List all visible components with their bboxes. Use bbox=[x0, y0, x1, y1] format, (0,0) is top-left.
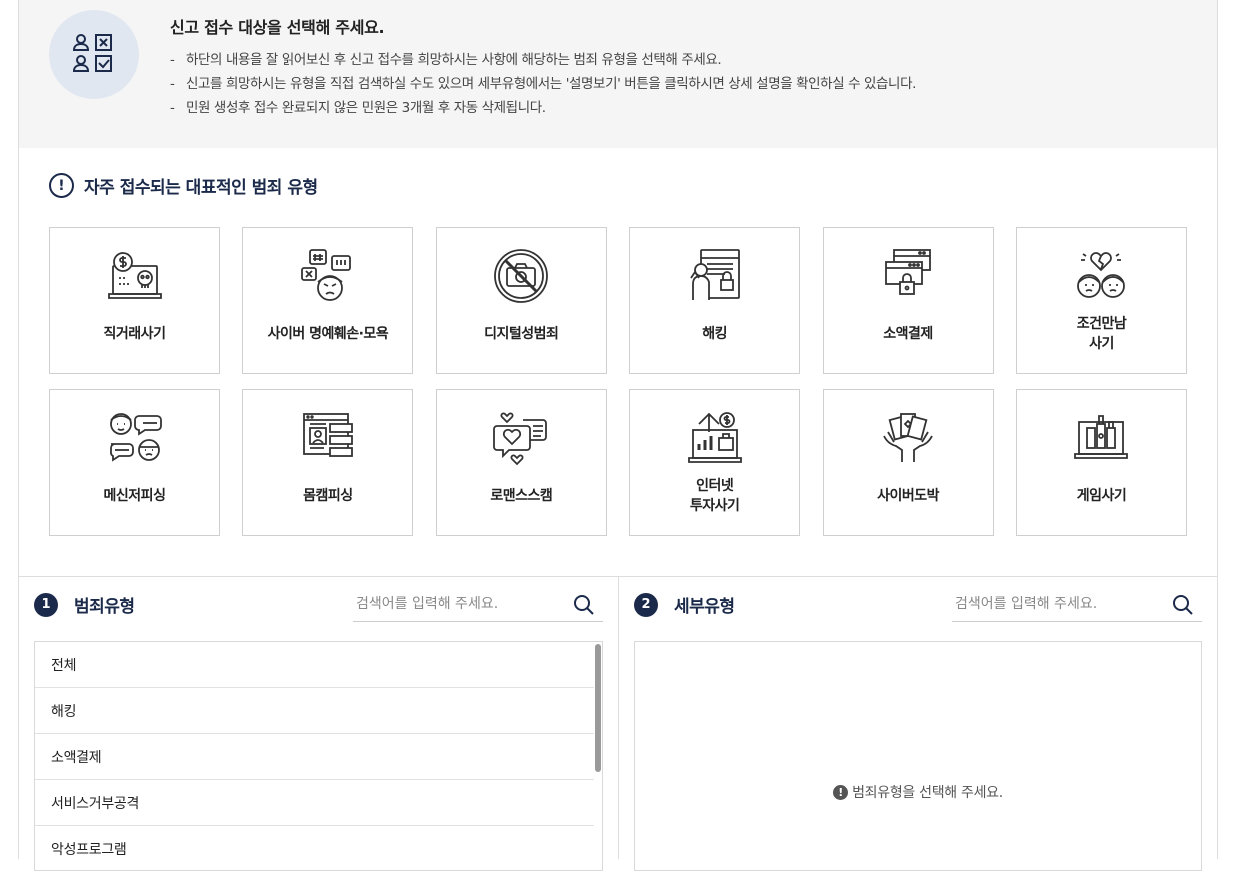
sub-type-search bbox=[952, 588, 1202, 622]
list-scrollbar[interactable] bbox=[595, 644, 601, 772]
crime-card-label: 사이버도박 bbox=[877, 488, 940, 504]
crime-card-label: 직거래사기 bbox=[103, 326, 166, 342]
crime-card-bodycam-phishing[interactable]: 몸캠피싱 bbox=[242, 389, 414, 536]
crime-card-messenger-phishing[interactable]: 메신저피싱 bbox=[49, 389, 220, 536]
list-item[interactable]: 전체 bbox=[35, 642, 594, 688]
crime-card-game-fraud[interactable]: 게임사기 bbox=[1015, 389, 1187, 536]
laptop-dollar-skull-icon bbox=[107, 252, 162, 299]
search-icon[interactable] bbox=[1172, 594, 1194, 616]
search-icon[interactable] bbox=[573, 594, 595, 616]
empty-state-text: 범죄유형을 선택해 주세요. bbox=[852, 785, 1003, 801]
crime-type-title: 범죄유형 bbox=[74, 597, 135, 617]
guide-title: 신고 접수 대상을 선택해 주세요. bbox=[170, 18, 385, 37]
speech-bubbles-angry-face-icon bbox=[300, 249, 351, 301]
cards-hands-icon bbox=[883, 413, 933, 462]
investment-chart-icon bbox=[687, 412, 742, 463]
no-camera-icon bbox=[494, 249, 549, 303]
crime-card-label: 인터넷 투자사기 bbox=[689, 478, 740, 514]
crime-type-search bbox=[353, 588, 603, 622]
frequent-section-title: 자주 접수되는 대표적인 범죄 유형 bbox=[84, 178, 318, 198]
crime-card-direct-trade-fraud[interactable]: 직거래사기 bbox=[49, 227, 220, 374]
crime-card-hacking[interactable]: 해킹 bbox=[629, 227, 801, 374]
crime-card-digital-sex-crime[interactable]: 디지털성범죄 bbox=[435, 227, 607, 374]
frequent-crime-grid: 직거래사기 사이버 명예훼손·모욕 디지털성범죄 해킹 소액결제 조건만남 사기… bbox=[49, 227, 1187, 536]
crime-card-cyber-gambling[interactable]: 사이버도박 bbox=[822, 389, 994, 536]
sub-type-list: ! 범죄유형을 선택해 주세요. bbox=[634, 641, 1202, 871]
guide-line: 신고를 희망하시는 유형을 직접 검색하실 수도 있으며 세부유형에서는 '설명… bbox=[170, 72, 916, 96]
report-type-panel: 신고 접수 대상을 선택해 주세요. 하단의 내용을 잘 읽어보신 후 신고 접… bbox=[18, 0, 1218, 871]
panel-divider bbox=[618, 576, 619, 859]
crime-card-label: 조건만남 사기 bbox=[1076, 316, 1127, 352]
step-badge: 2 bbox=[634, 592, 658, 617]
alert-icon: ! bbox=[49, 173, 74, 198]
laptop-game-icon bbox=[1074, 415, 1129, 459]
crime-card-meeting-fraud[interactable]: 조건만남 사기 bbox=[1015, 227, 1187, 374]
broken-heart-couple-icon bbox=[1077, 252, 1126, 298]
sub-type-search-input[interactable] bbox=[952, 588, 1162, 620]
crime-card-label: 게임사기 bbox=[1076, 488, 1127, 504]
checklist-icon bbox=[49, 10, 139, 99]
crime-card-romance-scam[interactable]: 로맨스스캠 bbox=[435, 389, 607, 536]
sub-type-title: 세부유형 bbox=[674, 597, 735, 617]
crime-card-cyber-defamation[interactable]: 사이버 명예훼손·모욕 bbox=[242, 227, 414, 374]
crime-card-label: 소액결제 bbox=[883, 326, 933, 342]
crime-card-label: 디지털성범죄 bbox=[484, 326, 559, 342]
list-item[interactable]: 서비스거부공격 bbox=[35, 780, 594, 826]
crime-card-label: 해킹 bbox=[702, 326, 728, 342]
crime-card-label: 사이버 명예훼손·모욕 bbox=[267, 326, 389, 342]
empty-state: ! 범죄유형을 선택해 주세요. bbox=[635, 782, 1201, 802]
crime-type-search-input[interactable] bbox=[353, 588, 563, 620]
crime-card-micropayment[interactable]: 소액결제 bbox=[822, 227, 994, 374]
info-icon: ! bbox=[833, 784, 849, 800]
step-badge: 1 bbox=[34, 592, 58, 617]
crime-card-investment-fraud[interactable]: 인터넷 투자사기 bbox=[629, 389, 801, 536]
list-item[interactable]: 해킹 bbox=[35, 688, 594, 734]
browser-lock-icon bbox=[885, 249, 931, 295]
crime-card-label: 로맨스스캠 bbox=[490, 488, 553, 504]
crime-type-list: 전체 해킹 소액결제 서비스거부공격 악성프로그램 bbox=[34, 641, 603, 871]
guide-line: 민원 생성후 접수 완료되지 않은 민원은 3개월 후 자동 삭제됩니다. bbox=[170, 96, 916, 120]
crime-card-label: 메신저피싱 bbox=[103, 488, 166, 504]
sub-type-header: 2 세부유형 bbox=[634, 592, 735, 617]
messenger-people-icon bbox=[109, 413, 162, 462]
list-item[interactable]: 악성프로그램 bbox=[35, 826, 594, 870]
heart-chat-icon bbox=[493, 412, 548, 466]
crime-card-label: 몸캠피싱 bbox=[303, 488, 353, 504]
guide-box: 신고 접수 대상을 선택해 주세요. 하단의 내용을 잘 읽어보신 후 신고 접… bbox=[19, 0, 1217, 148]
video-chat-id-icon bbox=[302, 413, 353, 457]
hacker-lock-icon bbox=[689, 249, 740, 300]
crime-type-header: 1 범죄유형 bbox=[34, 592, 135, 617]
guide-line: 하단의 내용을 잘 읽어보신 후 신고 접수를 희망하시는 사항에 해당하는 범… bbox=[170, 48, 916, 72]
guide-list: 하단의 내용을 잘 읽어보신 후 신고 접수를 희망하시는 사항에 해당하는 범… bbox=[170, 48, 916, 120]
list-item[interactable]: 소액결제 bbox=[35, 734, 594, 780]
frequent-section-header: ! 자주 접수되는 대표적인 범죄 유형 bbox=[49, 173, 318, 198]
